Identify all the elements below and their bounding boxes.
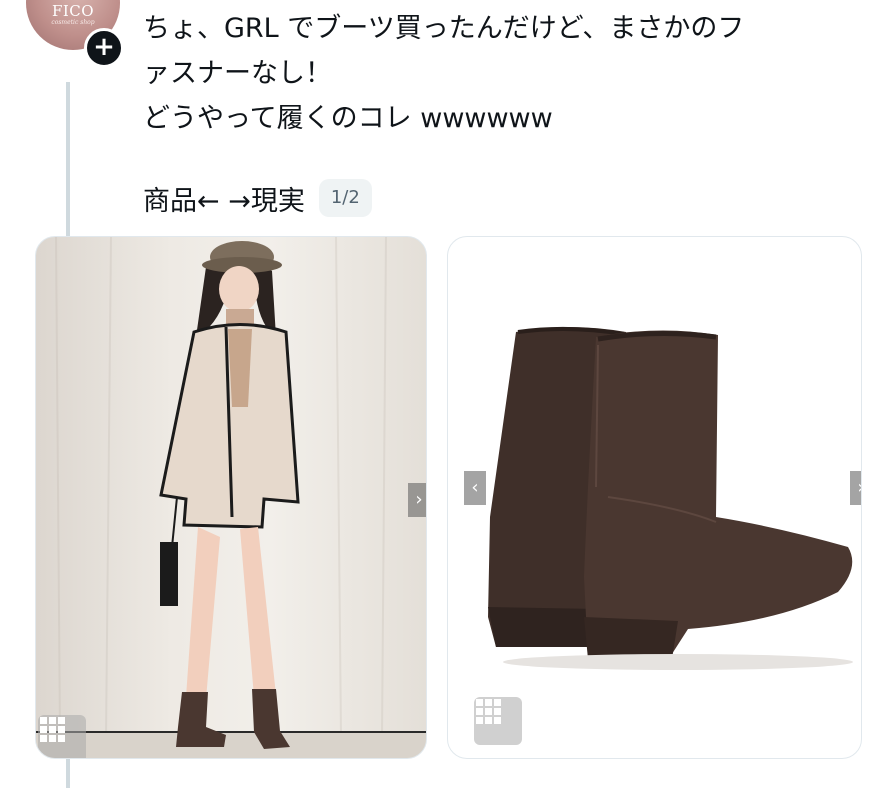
media-image-boots[interactable]: ‹ ›	[447, 236, 862, 759]
grid-view-button[interactable]	[474, 697, 522, 745]
follow-button[interactable]: +	[84, 28, 124, 68]
next-image-button[interactable]: ›	[850, 471, 861, 505]
prev-image-button[interactable]: ‹	[464, 471, 486, 505]
tweet-text: ちょ、GRL でブーツ買ったんだけど、まさかのフ ァスナーなし！ どうやって履く…	[143, 6, 843, 141]
tweet-line: どうやって履くのコレ wwwwww	[143, 103, 553, 134]
chevron-right-icon: ›	[415, 489, 423, 510]
media-caption: 商品← →現実	[143, 185, 305, 217]
grid-icon	[476, 699, 501, 724]
tweet-line: ァスナーなし！	[143, 58, 332, 89]
grid-icon	[40, 717, 65, 742]
boots-photo	[488, 326, 853, 670]
model-photo	[36, 237, 426, 758]
tweet-line: ちょ、GRL でブーツ買ったんだけど、まさかのフ	[143, 13, 745, 44]
grid-view-button[interactable]	[38, 715, 86, 758]
media-image-model[interactable]: ›	[35, 236, 427, 759]
plus-icon: +	[93, 32, 115, 62]
chevron-right-icon: ›	[857, 477, 861, 498]
avatar-subtitle: cosmetic shop	[51, 19, 95, 26]
avatar-logo: FICO	[51, 2, 95, 20]
chevron-left-icon: ‹	[471, 477, 479, 498]
page-indicator: 1/2	[318, 179, 372, 217]
next-image-button[interactable]: ›	[408, 483, 426, 517]
media-caption-row: 商品← →現実 1/2	[143, 178, 372, 218]
